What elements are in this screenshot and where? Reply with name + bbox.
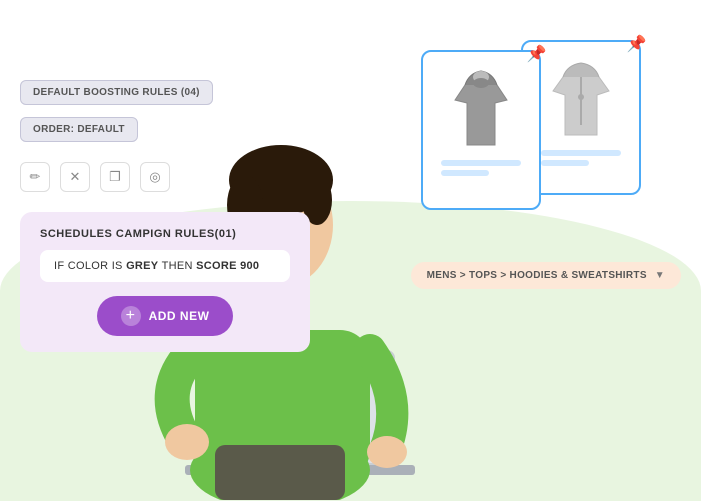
default-boosting-tag: DEFAULT BOOSTING RULES (04): [20, 80, 213, 105]
product-card-1: 📌: [421, 50, 541, 210]
add-new-button[interactable]: + ADD NEW: [97, 296, 234, 336]
product-line: [541, 160, 589, 166]
campaign-title: SCHEDULES CAMPIGN RULES(01): [40, 228, 290, 240]
left-panel: DEFAULT BOOSTING RULES (04) ORDER: DEFAU…: [20, 80, 310, 352]
edit-icon[interactable]: ✏: [20, 162, 50, 192]
close-icon[interactable]: ✕: [60, 162, 90, 192]
hoodie-image-grey: [441, 62, 521, 152]
hoodie-image-light: [541, 52, 621, 142]
add-new-label: ADD NEW: [149, 309, 210, 323]
rule-condition: IF COLOR IS GREY THEN SCORE 900: [40, 250, 290, 282]
rule-text-if: IF COLOR IS: [54, 260, 126, 272]
campaign-card: SCHEDULES CAMPIGN RULES(01) IF COLOR IS …: [20, 212, 310, 352]
dropdown-arrow-icon: ▼: [655, 270, 665, 281]
rule-then: THEN: [158, 260, 196, 272]
copy-icon[interactable]: ❐: [100, 162, 130, 192]
toolbar: ✏ ✕ ❐ ◎: [20, 162, 310, 192]
add-icon: +: [121, 306, 141, 326]
rule-score: SCORE 900: [196, 260, 259, 272]
product-line: [541, 150, 621, 156]
order-tag: ORDER: DEFAULT: [20, 117, 138, 142]
product-lines-1: [441, 160, 521, 180]
right-panel: 📌 📌: [411, 30, 681, 289]
pin-icon-1: 📌: [527, 44, 547, 64]
breadcrumb-dropdown[interactable]: MENS > TOPS > HOODIES & SWEATSHIRTS ▼: [411, 262, 681, 289]
settings-icon[interactable]: ◎: [140, 162, 170, 192]
breadcrumb-text: MENS > TOPS > HOODIES & SWEATSHIRTS: [427, 270, 647, 281]
pin-icon-2: 📌: [627, 34, 647, 54]
product-line: [441, 170, 489, 176]
product-cards-container: 📌 📌: [411, 30, 671, 250]
product-lines-2: [541, 150, 621, 170]
rule-grey: GREY: [126, 260, 158, 272]
product-line: [441, 160, 521, 166]
